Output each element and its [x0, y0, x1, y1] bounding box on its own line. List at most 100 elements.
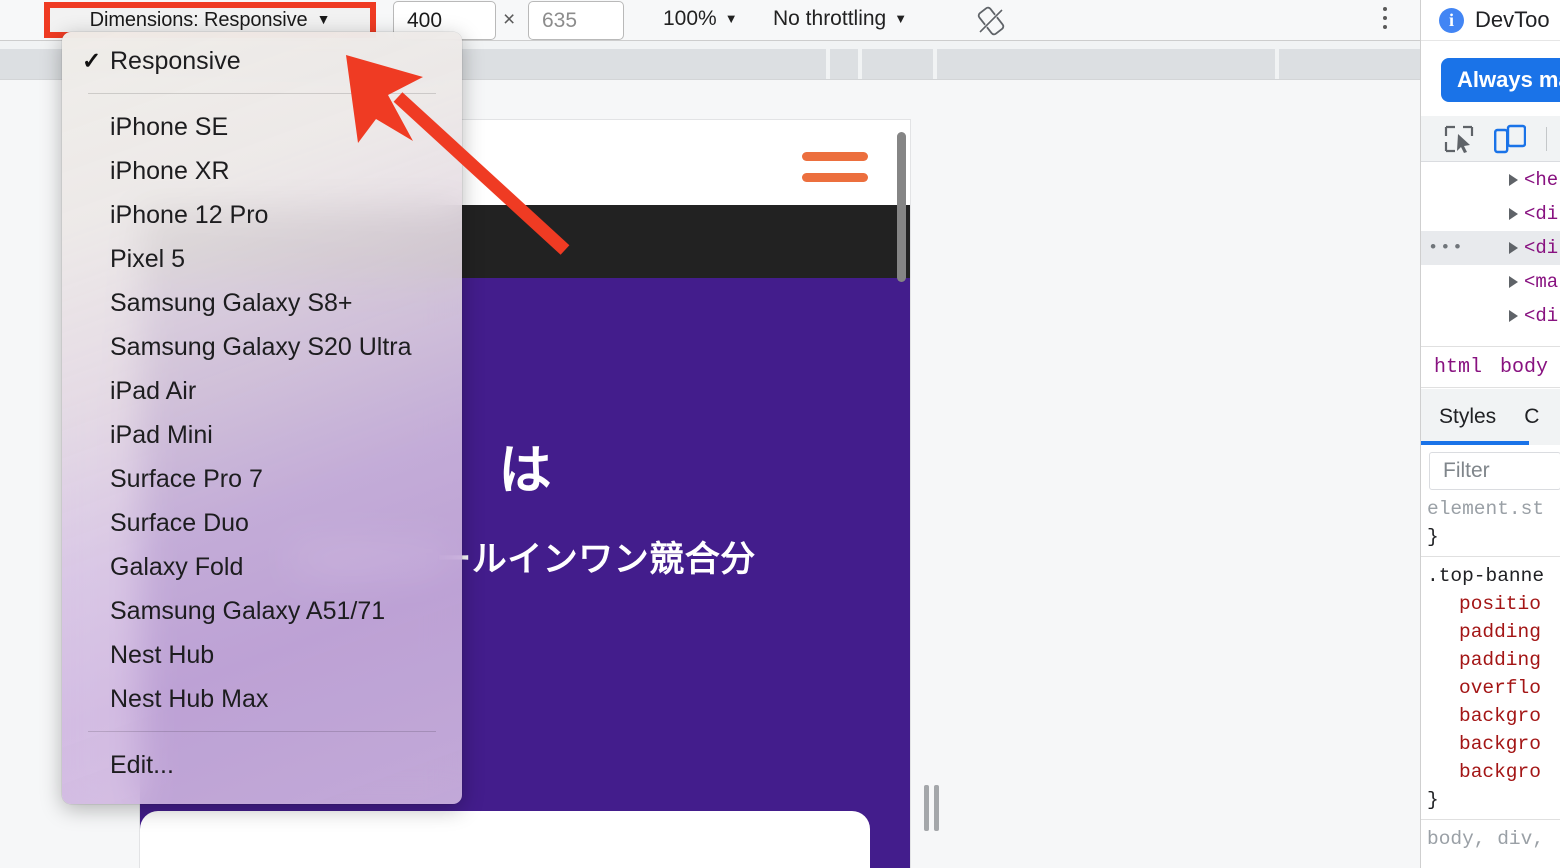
menu-item-nest-hub[interactable]: Nest Hub	[62, 633, 462, 677]
annotation-arrow	[330, 55, 590, 275]
styles-filter-input[interactable]: Filter	[1429, 452, 1560, 490]
expand-triangle-icon[interactable]	[1509, 310, 1518, 322]
hero-card	[140, 811, 870, 868]
active-tab-indicator	[1421, 441, 1529, 445]
menu-item-surface-pro-7[interactable]: Surface Pro 7	[62, 457, 462, 501]
viewport-resize-handle[interactable]	[922, 785, 942, 831]
dom-node-tag: <di	[1524, 203, 1559, 225]
zoom-dropdown[interactable]: 100% ▼	[663, 7, 738, 31]
chevron-down-icon: ▼	[894, 10, 908, 26]
menu-item-label: Samsung Galaxy S8+	[110, 288, 353, 317]
zoom-label: 100%	[663, 7, 717, 30]
css-property[interactable]: overflo	[1421, 674, 1560, 702]
throttling-label: No throttling	[773, 7, 887, 30]
screen-root: Dimensions: Responsive ▼ 400 × 635 100% …	[0, 0, 1560, 868]
menu-separator	[88, 731, 436, 732]
menu-item-label: Samsung Galaxy S20 Ultra	[110, 332, 412, 361]
tab-styles[interactable]: Styles	[1439, 405, 1496, 429]
menu-item-samsung-galaxy-s8[interactable]: Samsung Galaxy S8+	[62, 281, 462, 325]
breadcrumb-item-html[interactable]: html	[1434, 356, 1482, 379]
ruler-tick	[826, 49, 830, 79]
menu-item-ipad-air[interactable]: iPad Air	[62, 369, 462, 413]
dom-node-tag: <di	[1524, 305, 1559, 327]
menu-item-label: iPad Mini	[110, 420, 213, 449]
menu-item-label: Pixel 5	[110, 244, 186, 273]
menu-item-label: Nest Hub Max	[110, 684, 269, 713]
dom-tree-row[interactable]: <di	[1421, 197, 1560, 231]
viewport-height-input[interactable]: 635	[528, 1, 624, 40]
viewport-height-value: 635	[542, 8, 578, 32]
ruler-tick	[1275, 49, 1279, 79]
menu-item-edit[interactable]: Edit...	[62, 743, 462, 787]
dom-node-tag: <he	[1524, 169, 1559, 191]
menu-item-surface-duo[interactable]: Surface Duo	[62, 501, 462, 545]
menu-item-label: Surface Pro 7	[110, 464, 263, 493]
menu-item-label: Responsive	[110, 46, 241, 75]
devtools-banner-title: DevToo	[1475, 7, 1550, 32]
breadcrumb-item-body[interactable]: body	[1500, 356, 1548, 379]
checkmark-icon: ✓	[82, 47, 102, 74]
throttling-dropdown[interactable]: No throttling ▼	[773, 7, 907, 31]
css-rule-divider	[1421, 819, 1560, 820]
dom-tree-row[interactable]: <ma	[1421, 265, 1560, 299]
dom-node-tag: <ma	[1524, 271, 1559, 293]
expand-triangle-icon[interactable]	[1509, 174, 1518, 186]
expand-triangle-icon[interactable]	[1509, 208, 1518, 220]
menu-item-samsung-galaxy-s20-ultra[interactable]: Samsung Galaxy S20 Ultra	[62, 325, 462, 369]
menu-item-label: Samsung Galaxy A51/71	[110, 596, 386, 625]
dom-tree-row[interactable]: <di	[1421, 299, 1560, 333]
menu-item-label: iPhone SE	[110, 112, 229, 141]
css-property[interactable]: padding	[1421, 618, 1560, 646]
devtools-sidebar-tabs: Styles C	[1421, 389, 1560, 445]
css-property[interactable]: padding	[1421, 646, 1560, 674]
ruler-tick	[858, 49, 862, 79]
page-scrollbar-thumb[interactable]	[897, 132, 906, 282]
dom-tree-row[interactable]: <he	[1421, 163, 1560, 197]
breadcrumb: html body	[1421, 346, 1560, 388]
menu-item-galaxy-fold[interactable]: Galaxy Fold	[62, 545, 462, 589]
css-selector[interactable]: element.st	[1421, 495, 1560, 523]
expand-triangle-icon[interactable]	[1509, 242, 1518, 254]
css-selector[interactable]: body, div,	[1421, 825, 1560, 853]
viewport-width-value: 400	[407, 8, 443, 32]
menu-item-label: iPhone XR	[110, 156, 230, 185]
toolbar-divider	[1546, 127, 1547, 151]
menu-item-ipad-mini[interactable]: iPad Mini	[62, 413, 462, 457]
expand-triangle-icon[interactable]	[1509, 276, 1518, 288]
devtools-banner: i DevToo	[1421, 0, 1560, 41]
dimension-separator: ×	[503, 8, 516, 31]
css-property[interactable]: backgro	[1421, 702, 1560, 730]
menu-item-label: Edit...	[110, 750, 174, 779]
dom-tree: <he <di ••• <di <ma <di	[1421, 163, 1560, 346]
css-property[interactable]: positio	[1421, 590, 1560, 618]
styles-pane: element.st } .top-banne positio padding …	[1421, 495, 1560, 868]
styles-filter-placeholder: Filter	[1443, 459, 1490, 482]
css-rule-close: }	[1427, 789, 1439, 811]
dom-tree-row-selected[interactable]: ••• <di	[1421, 231, 1560, 265]
css-property[interactable]: backgro	[1421, 758, 1560, 786]
menu-item-label: Nest Hub	[110, 640, 215, 669]
chevron-down-icon: ▼	[316, 11, 331, 27]
css-selector[interactable]: .top-banne	[1421, 562, 1560, 590]
kebab-menu-icon[interactable]	[1378, 7, 1392, 35]
tab-computed[interactable]: C	[1524, 405, 1539, 429]
device-toolbar-icon[interactable]	[1494, 124, 1527, 154]
dimensions-dropdown[interactable]: Dimensions: Responsive ▼	[50, 8, 370, 32]
info-icon: i	[1439, 7, 1464, 33]
chevron-down-icon: ▼	[724, 10, 738, 26]
menu-item-label: iPad Air	[110, 376, 197, 405]
menu-item-label: Surface Duo	[110, 508, 249, 537]
css-property[interactable]: backgro	[1421, 730, 1560, 758]
rotate-device-icon[interactable]	[975, 6, 1007, 36]
hamburger-menu-icon[interactable]	[802, 152, 868, 194]
ellipsis-icon: •••	[1428, 238, 1465, 258]
element-picker-icon[interactable]	[1444, 125, 1474, 153]
menu-item-samsung-galaxy-a51-71[interactable]: Samsung Galaxy A51/71	[62, 589, 462, 633]
menu-item-nest-hub-max[interactable]: Nest Hub Max	[62, 677, 462, 721]
menu-item-label: iPhone 12 Pro	[110, 200, 269, 229]
always-match-button[interactable]: Always ma	[1441, 58, 1560, 102]
css-rule-close: }	[1427, 526, 1439, 548]
dimensions-dropdown-label: Dimensions: Responsive	[89, 8, 308, 31]
always-match-button-label: Always ma	[1457, 67, 1560, 92]
devtools-panel: i DevToo Always ma <he <di ••• <di <ma <…	[1420, 0, 1560, 868]
